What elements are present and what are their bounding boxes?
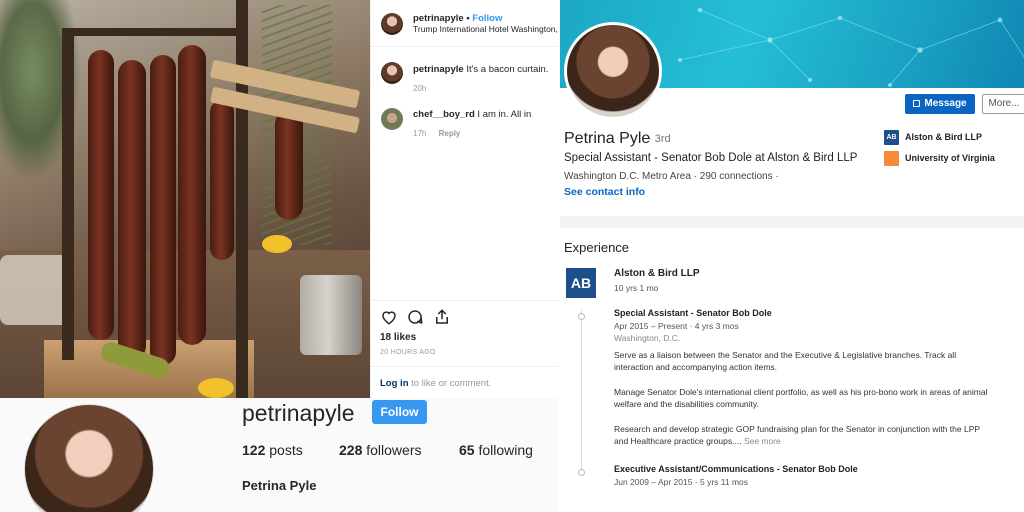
company-logo[interactable]: AB [566, 268, 596, 298]
comment: petrinapyle It's a bacon curtain. [413, 64, 548, 75]
timeline-dot [578, 313, 585, 320]
role-description: Research and develop strategic GOP fundr… [614, 423, 994, 447]
current-company[interactable]: AB Alston & Bird LLP [884, 130, 982, 145]
profile-username: petrinapyle [242, 400, 355, 426]
company-name: Alston & Bird LLP [905, 131, 982, 142]
likes-count[interactable]: 18 likes [380, 332, 416, 343]
company-logo: AB [884, 130, 899, 145]
profile-avatar[interactable] [24, 404, 154, 512]
following-label: following [474, 442, 533, 458]
lemon-wedge [262, 235, 292, 253]
lemon-wedge [198, 378, 234, 398]
bacon-strip [275, 110, 303, 220]
contact-info-link[interactable]: See contact info [564, 186, 645, 198]
post-location[interactable]: Trump International Hotel Washington, [413, 24, 558, 34]
role-description: Manage Senator Dole's international clie… [614, 387, 988, 409]
role-location: Washington, D.C. [614, 333, 681, 343]
company-duration: 10 yrs 1 mo [614, 283, 659, 293]
more-button[interactable]: More... [982, 94, 1024, 114]
timeline-dot [578, 469, 585, 476]
comment-age: 20h [413, 84, 427, 93]
divider [371, 366, 559, 367]
company-name[interactable]: Alston & Bird LLP [614, 268, 700, 279]
login-prompt-text: to like or comment. [408, 378, 492, 389]
following-count: 65 [459, 442, 475, 458]
bacon-strip [118, 60, 146, 360]
comment-username[interactable]: chef__boy_rd [413, 109, 475, 120]
bacon-strip [150, 55, 176, 365]
comment: chef__boy_rd I am in. All in [413, 109, 531, 120]
rack-bar [62, 28, 248, 36]
bacon-strip [178, 45, 206, 345]
heart-icon[interactable] [380, 308, 398, 326]
following-stat[interactable]: 65 following [459, 442, 533, 458]
author-username[interactable]: petrinapyle [413, 13, 464, 24]
comment-username[interactable]: petrinapyle [413, 64, 464, 75]
commenter-avatar[interactable] [381, 62, 403, 84]
comment-text: I am in. All in [477, 109, 532, 120]
message-button[interactable]: Message [905, 94, 975, 114]
role-description: Serve as a liaison between the Senator a… [614, 350, 957, 372]
profile-name: Petrina Pyle [564, 130, 651, 147]
follow-button[interactable]: Follow [372, 400, 427, 424]
bacon-strip [210, 100, 234, 260]
location-connections: Washington D.C. Metro Area · 290 connect… [564, 171, 779, 182]
comment-text: It's a bacon curtain. [466, 64, 549, 75]
connection-degree: · 3rd [648, 133, 671, 145]
glass [300, 275, 362, 355]
rack-pole-left [62, 30, 74, 360]
role-description-text: Research and develop strategic GOP fundr… [614, 424, 980, 446]
follow-link[interactable]: Follow [472, 13, 502, 24]
comment-icon[interactable] [406, 308, 424, 326]
profile-headline: Special Assistant - Senator Bob Dole at … [564, 152, 858, 164]
section-title: Experience [564, 240, 630, 255]
commenter-avatar[interactable] [381, 108, 403, 130]
timeline-rail [581, 310, 582, 470]
comment-age: 17h [413, 129, 427, 138]
role-title[interactable]: Executive Assistant/Communications - Sen… [614, 464, 858, 474]
posts-stat: 122 posts [242, 442, 303, 458]
role-title[interactable]: Special Assistant - Senator Bob Dole [614, 308, 772, 318]
see-more-link[interactable]: See more [744, 436, 781, 446]
profile-full-name: Petrina Pyle [242, 478, 317, 493]
post-photo[interactable] [0, 0, 370, 398]
divider [371, 300, 559, 301]
message-label: Message [924, 98, 967, 109]
followers-label: followers [362, 442, 422, 458]
login-link[interactable]: Log in [380, 378, 409, 389]
education-school[interactable]: University of Virginia [884, 151, 995, 166]
followers-stat[interactable]: 228 followers [339, 442, 422, 458]
experience-section: Experience AB Alston & Bird LLP 10 yrs 1… [560, 228, 1024, 512]
side-plate [0, 255, 70, 325]
role-dates: Jun 2009 – Apr 2015 · 5 yrs 11 mos [614, 477, 749, 487]
reply-button[interactable]: Reply [439, 129, 461, 138]
post-timestamp: 20 HOURS AGO [380, 349, 436, 356]
divider [371, 46, 559, 47]
share-icon[interactable] [433, 308, 451, 326]
post-header: petrinapyle • Follow [413, 13, 503, 24]
rack-pole-right [236, 0, 248, 398]
comment-meta: 17h Reply [413, 129, 460, 138]
posts-label: posts [265, 442, 303, 458]
role-dates: Apr 2015 – Present · 4 yrs 3 mos [614, 321, 739, 331]
school-name: University of Virginia [905, 152, 995, 163]
school-logo [884, 151, 899, 166]
linkedin-top-card: Message More... Petrina Pyle · 3rd Speci… [560, 0, 1024, 216]
post-sidebar: petrinapyle • Follow Trump International… [370, 0, 559, 398]
profile-photo[interactable] [564, 22, 662, 120]
followers-count: 228 [339, 442, 363, 458]
author-avatar[interactable] [381, 13, 403, 35]
bacon-strip [88, 50, 114, 340]
linkedin-profile: Message More... Petrina Pyle · 3rd Speci… [558, 0, 1024, 512]
instagram-profile-header: petrinapyle Follow 122 posts 228 followe… [0, 398, 558, 512]
login-prompt: Log in to like or comment. [380, 378, 491, 389]
lock-icon [913, 100, 921, 107]
posts-count: 122 [242, 442, 266, 458]
